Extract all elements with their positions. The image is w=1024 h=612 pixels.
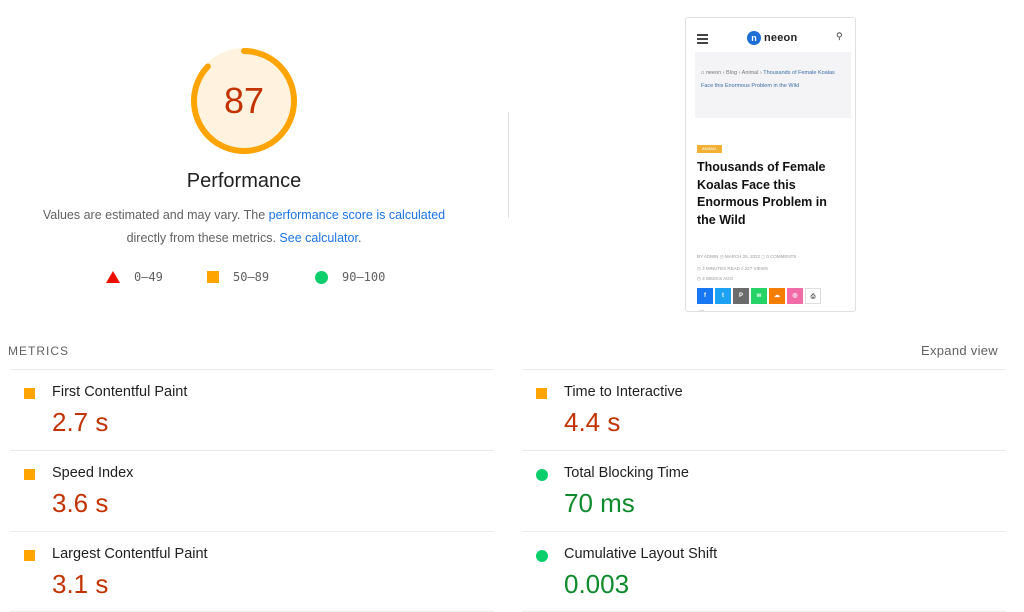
logo-text: neeon: [764, 32, 798, 44]
vertical-divider: [508, 112, 509, 218]
breadcrumb-box: ⌂ neeon › Blog › Animal › Thousands of F…: [695, 52, 851, 118]
description-text-2: directly from these metrics.: [126, 231, 280, 245]
metric-value: 0.003: [564, 569, 630, 599]
breadcrumb-category: Animal: [741, 70, 759, 76]
legend-pass: 90–100: [315, 268, 385, 286]
legend-fail-range: 0–49: [134, 270, 163, 284]
article-meta-3: ◷ 3 WEEKS AGO: [697, 276, 734, 281]
orange-square-icon: [24, 469, 35, 480]
search-icon: ⚲: [836, 31, 843, 41]
print-icon: ⎙: [805, 288, 821, 304]
cloud-share-icon: ☁: [769, 288, 785, 304]
legend-average-range: 50–89: [233, 270, 270, 284]
metric-value: 70 ms: [564, 488, 635, 518]
site-logo: n neeon: [747, 29, 797, 47]
description-text: Values are estimated and may vary. The: [42, 208, 269, 222]
metric-value: 2.7 s: [52, 407, 109, 437]
article-meta-2: ◷ 3 MINUTES READ ıl 227 VIEWS: [697, 266, 768, 271]
metric-total-blocking-time: Total Blocking Time 70 ms: [522, 450, 1006, 531]
dribbble-share-icon: ◎: [787, 288, 803, 304]
breadcrumb-home: neeon: [705, 70, 722, 76]
breadcrumb-blog: Blog: [726, 70, 738, 76]
see-calculator-link[interactable]: See calculator: [279, 231, 358, 245]
facebook-share-icon: f: [697, 288, 713, 304]
legend-pass-range: 90–100: [342, 270, 386, 284]
twitter-share-icon: t: [715, 288, 731, 304]
green-circle-icon: [536, 469, 548, 481]
footer-icon: ▭: [699, 309, 705, 312]
legend-average: 50–89: [207, 268, 269, 286]
metric-time-to-interactive: Time to Interactive 4.4 s: [522, 369, 1006, 450]
performance-gauge: 87: [189, 46, 299, 156]
performance-score: 87: [223, 80, 265, 121]
orange-square-icon: [536, 388, 547, 399]
metric-name: Time to Interactive: [564, 384, 683, 400]
metric-value: 4.4 s: [564, 407, 621, 437]
breadcrumb: ⌂ neeon › Blog › Animal › Thousands of F…: [701, 70, 835, 89]
metric-speed-index: Speed Index 3.6 s: [10, 450, 494, 531]
final-screenshot[interactable]: n neeon ⚲ ⌂ neeon › Blog › Animal › Thou…: [685, 17, 856, 312]
green-circle-icon: [315, 270, 328, 284]
article-meta: BY ADMIN ◷ MARCH 25, 2022 ◻ 0 COMMENTS: [697, 254, 797, 259]
metric-name: Total Blocking Time: [564, 465, 689, 481]
metric-value: 3.1 s: [52, 569, 109, 599]
metric-name: Speed Index: [52, 465, 134, 481]
description-period: .: [357, 231, 362, 245]
logo-badge-icon: n: [747, 31, 761, 45]
metric-largest-contentful-paint: Largest Contentful Paint 3.1 s: [10, 531, 494, 612]
whatsapp-share-icon: w: [751, 288, 767, 304]
metric-value: 3.6 s: [52, 488, 109, 518]
metric-name: Cumulative Layout Shift: [564, 546, 718, 562]
expand-view-button[interactable]: Expand view: [921, 343, 998, 358]
hamburger-menu-icon: [697, 34, 708, 46]
pinterest-share-icon: P: [733, 288, 749, 304]
metric-cumulative-layout-shift: Cumulative Layout Shift 0.003: [522, 531, 1006, 612]
orange-square-icon: [24, 388, 35, 399]
metric-name: First Contentful Paint: [52, 384, 188, 400]
category-badge: ANIMAL: [697, 145, 722, 153]
orange-square-icon: [24, 550, 35, 561]
performance-description: Values are estimated and may vary. The p…: [14, 204, 474, 250]
breadcrumb-current: Thousands of Female Koalas Face this Eno…: [701, 70, 835, 89]
home-icon: ⌂: [701, 70, 705, 76]
green-circle-icon: [536, 550, 548, 562]
legend-fail: 0–49: [106, 268, 163, 286]
red-triangle-icon: [106, 271, 120, 283]
performance-title: Performance: [186, 170, 302, 192]
metric-first-contentful-paint: First Contentful Paint 2.7 s: [10, 369, 494, 450]
orange-square-icon: [207, 271, 219, 283]
performance-score-link[interactable]: performance score is calculated: [269, 208, 445, 222]
share-buttons: f t P w ☁ ◎ ⎙: [697, 288, 823, 304]
article-title: Thousands of Female Koalas Face this Eno…: [697, 160, 827, 227]
metric-name: Largest Contentful Paint: [52, 546, 208, 562]
metrics-heading: METRICS: [8, 344, 69, 358]
